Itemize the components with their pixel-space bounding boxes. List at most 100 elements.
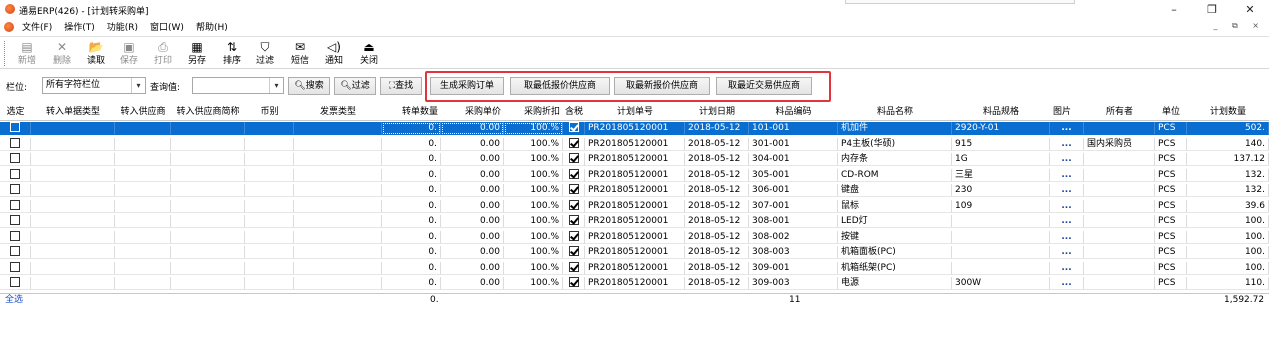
cell-transfer-qty[interactable]: 0. [382,168,441,182]
cell-item-code[interactable]: 301-001 [749,137,838,151]
cell-discount[interactable]: 100.% [504,215,563,228]
filter-button[interactable]: 🔍︎过滤 [334,77,376,95]
cell-tax-included[interactable] [563,230,585,244]
cell-item-code[interactable]: 308-001 [749,215,838,228]
cell-unit-price[interactable]: 0.00 [441,215,504,228]
row-select-checkbox[interactable] [10,137,20,148]
cell-supplier-short-name[interactable] [171,199,245,213]
chevron-down-icon[interactable]: ▾ [269,78,283,93]
menu-function[interactable]: 功能(R) [107,20,138,33]
cell-transfer-qty[interactable]: 0. [382,199,441,213]
cell-invoice-type[interactable] [294,230,382,244]
cell-discount[interactable]: 100.% [504,137,563,151]
cell-source-supplier[interactable] [115,122,171,135]
column-header-owner[interactable]: 所有者 [1084,103,1155,121]
cell-discount[interactable]: 100.% [504,168,563,182]
cell-currency[interactable] [245,277,294,290]
row-select-checkbox[interactable] [10,215,20,225]
cell-tax-included[interactable] [563,168,585,182]
cell-unit-price[interactable]: 0.00 [441,122,504,135]
cell-select[interactable] [0,199,31,213]
cell-transfer-qty[interactable]: 0. [382,277,441,290]
table-row[interactable]: 0. 0.00 100.% PR201805120001 2018-05-12 309-0… [0,261,1269,275]
cell-tax-included[interactable] [563,199,585,213]
cell-item-spec[interactable]: 915 [952,137,1050,151]
cell-unit[interactable]: PCS [1155,230,1187,244]
cell-currency[interactable] [245,137,294,151]
cell-source-supplier[interactable] [115,168,171,182]
cell-currency[interactable] [245,215,294,228]
tax-included-checkbox[interactable] [568,230,579,241]
cell-picture[interactable]: ... [1050,230,1084,244]
chevron-down-icon[interactable]: ▾ [131,78,145,93]
cell-picture[interactable]: ... [1050,137,1084,151]
column-header-picture[interactable]: 图片 [1050,103,1084,121]
cell-owner[interactable] [1084,168,1155,182]
cell-discount[interactable]: 100.% [504,246,563,259]
cell-supplier-short-name[interactable] [171,246,245,259]
row-select-checkbox[interactable] [10,261,20,272]
cell-unit[interactable]: PCS [1155,137,1187,151]
close-window-button[interactable]: ✕ [1231,0,1269,18]
cell-owner[interactable]: 国内采购员 [1084,137,1155,151]
column-header-unit-price[interactable]: 采购单价 [441,103,504,121]
cell-select[interactable] [0,137,31,151]
cell-item-code[interactable]: 306-001 [749,184,838,197]
cell-transfer-qty[interactable]: 0. [382,137,441,151]
toolbar-button-print[interactable]: ⎙ 打印 [146,39,180,69]
picture-ellipsis-button[interactable]: ... [1061,139,1071,149]
toolbar-button-new[interactable]: ▤ 新增 [10,39,44,69]
cell-source-doc-type[interactable] [31,215,115,228]
picture-ellipsis-button[interactable]: ... [1061,154,1071,164]
cell-item-spec[interactable]: 109 [952,199,1050,213]
tax-included-checkbox[interactable] [568,215,579,225]
cell-plan-qty[interactable]: 110. [1187,277,1269,290]
cell-plan-no[interactable]: PR201805120001 [585,230,685,244]
cell-source-supplier[interactable] [115,153,171,166]
tax-included-checkbox[interactable] [568,153,579,163]
cell-plan-qty[interactable]: 100. [1187,261,1269,275]
cell-source-supplier[interactable] [115,277,171,290]
cell-plan-date[interactable]: 2018-05-12 [685,261,749,275]
cell-tax-included[interactable] [563,184,585,197]
cell-supplier-short-name[interactable] [171,122,245,135]
cell-picture[interactable]: ... [1050,277,1084,290]
tax-included-checkbox[interactable] [568,246,579,256]
cell-unit[interactable]: PCS [1155,215,1187,228]
cell-plan-no[interactable]: PR201805120001 [585,277,685,290]
cell-unit[interactable]: PCS [1155,261,1187,275]
cell-source-doc-type[interactable] [31,199,115,213]
table-row[interactable]: 0. 0.00 100.% PR201805120001 2018-05-12 301-0… [0,137,1269,151]
table-row[interactable]: 0. 0.00 100.% PR201805120001 2018-05-12 308-0… [0,215,1269,228]
cell-plan-no[interactable]: PR201805120001 [585,184,685,197]
cell-unit[interactable]: PCS [1155,277,1187,290]
table-row[interactable]: 0. 0.00 100.% PR201805120001 2018-05-12 308-0… [0,246,1269,259]
cell-tax-included[interactable] [563,153,585,166]
cell-discount[interactable]: 100.% [504,122,563,135]
cell-unit-price[interactable]: 0.00 [441,153,504,166]
cell-select[interactable] [0,277,31,290]
search-button[interactable]: 🔍︎搜索 [288,77,330,95]
toolbar-button-sms[interactable]: ✉ 短信 [283,39,317,69]
cell-unit-price[interactable]: 0.00 [441,137,504,151]
cell-plan-qty[interactable]: 137.12 [1187,153,1269,166]
cell-plan-date[interactable]: 2018-05-12 [685,246,749,259]
cell-select[interactable] [0,168,31,182]
toolbar-button-delete[interactable]: ✕ 删除 [45,39,79,69]
cell-plan-no[interactable]: PR201805120001 [585,199,685,213]
cell-plan-date[interactable]: 2018-05-12 [685,230,749,244]
menu-window[interactable]: 窗口(W) [150,20,184,33]
row-select-checkbox[interactable] [10,230,20,241]
cell-source-supplier[interactable] [115,184,171,197]
cell-plan-qty[interactable]: 100. [1187,246,1269,259]
cell-plan-date[interactable]: 2018-05-12 [685,277,749,290]
cell-currency[interactable] [245,246,294,259]
cell-owner[interactable] [1084,153,1155,166]
restore-button[interactable]: ❐ [1193,0,1231,18]
cell-select[interactable] [0,153,31,166]
cell-source-doc-type[interactable] [31,153,115,166]
picture-ellipsis-button[interactable]: ... [1061,123,1071,133]
cell-source-doc-type[interactable] [31,261,115,275]
row-select-checkbox[interactable] [10,277,20,287]
cell-currency[interactable] [245,261,294,275]
